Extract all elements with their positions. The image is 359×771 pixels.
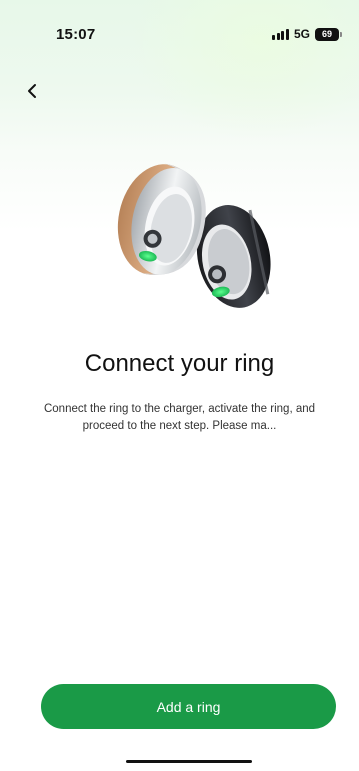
back-button[interactable] (18, 77, 46, 105)
chevron-left-icon (28, 84, 36, 98)
page-description: Connect the ring to the charger, activat… (43, 403, 316, 432)
status-bar: 15:07 5G 69 (0, 0, 359, 60)
status-indicators: 5G 69 (272, 27, 342, 41)
page-title: Connect your ring (84, 350, 275, 377)
connect-ring-screen: 15:07 5G 69 Connect your ring Connect th… (0, 0, 359, 771)
smart-ring-illustration (117, 163, 271, 308)
battery-level: 69 (321, 29, 332, 39)
status-time: 15:07 (56, 26, 96, 43)
home-indicator (126, 760, 252, 763)
add-ring-button[interactable]: Add a ring (41, 684, 336, 729)
battery-icon: 69 (315, 27, 342, 41)
network-type: 5G (293, 27, 310, 41)
signal-icon (272, 28, 289, 40)
